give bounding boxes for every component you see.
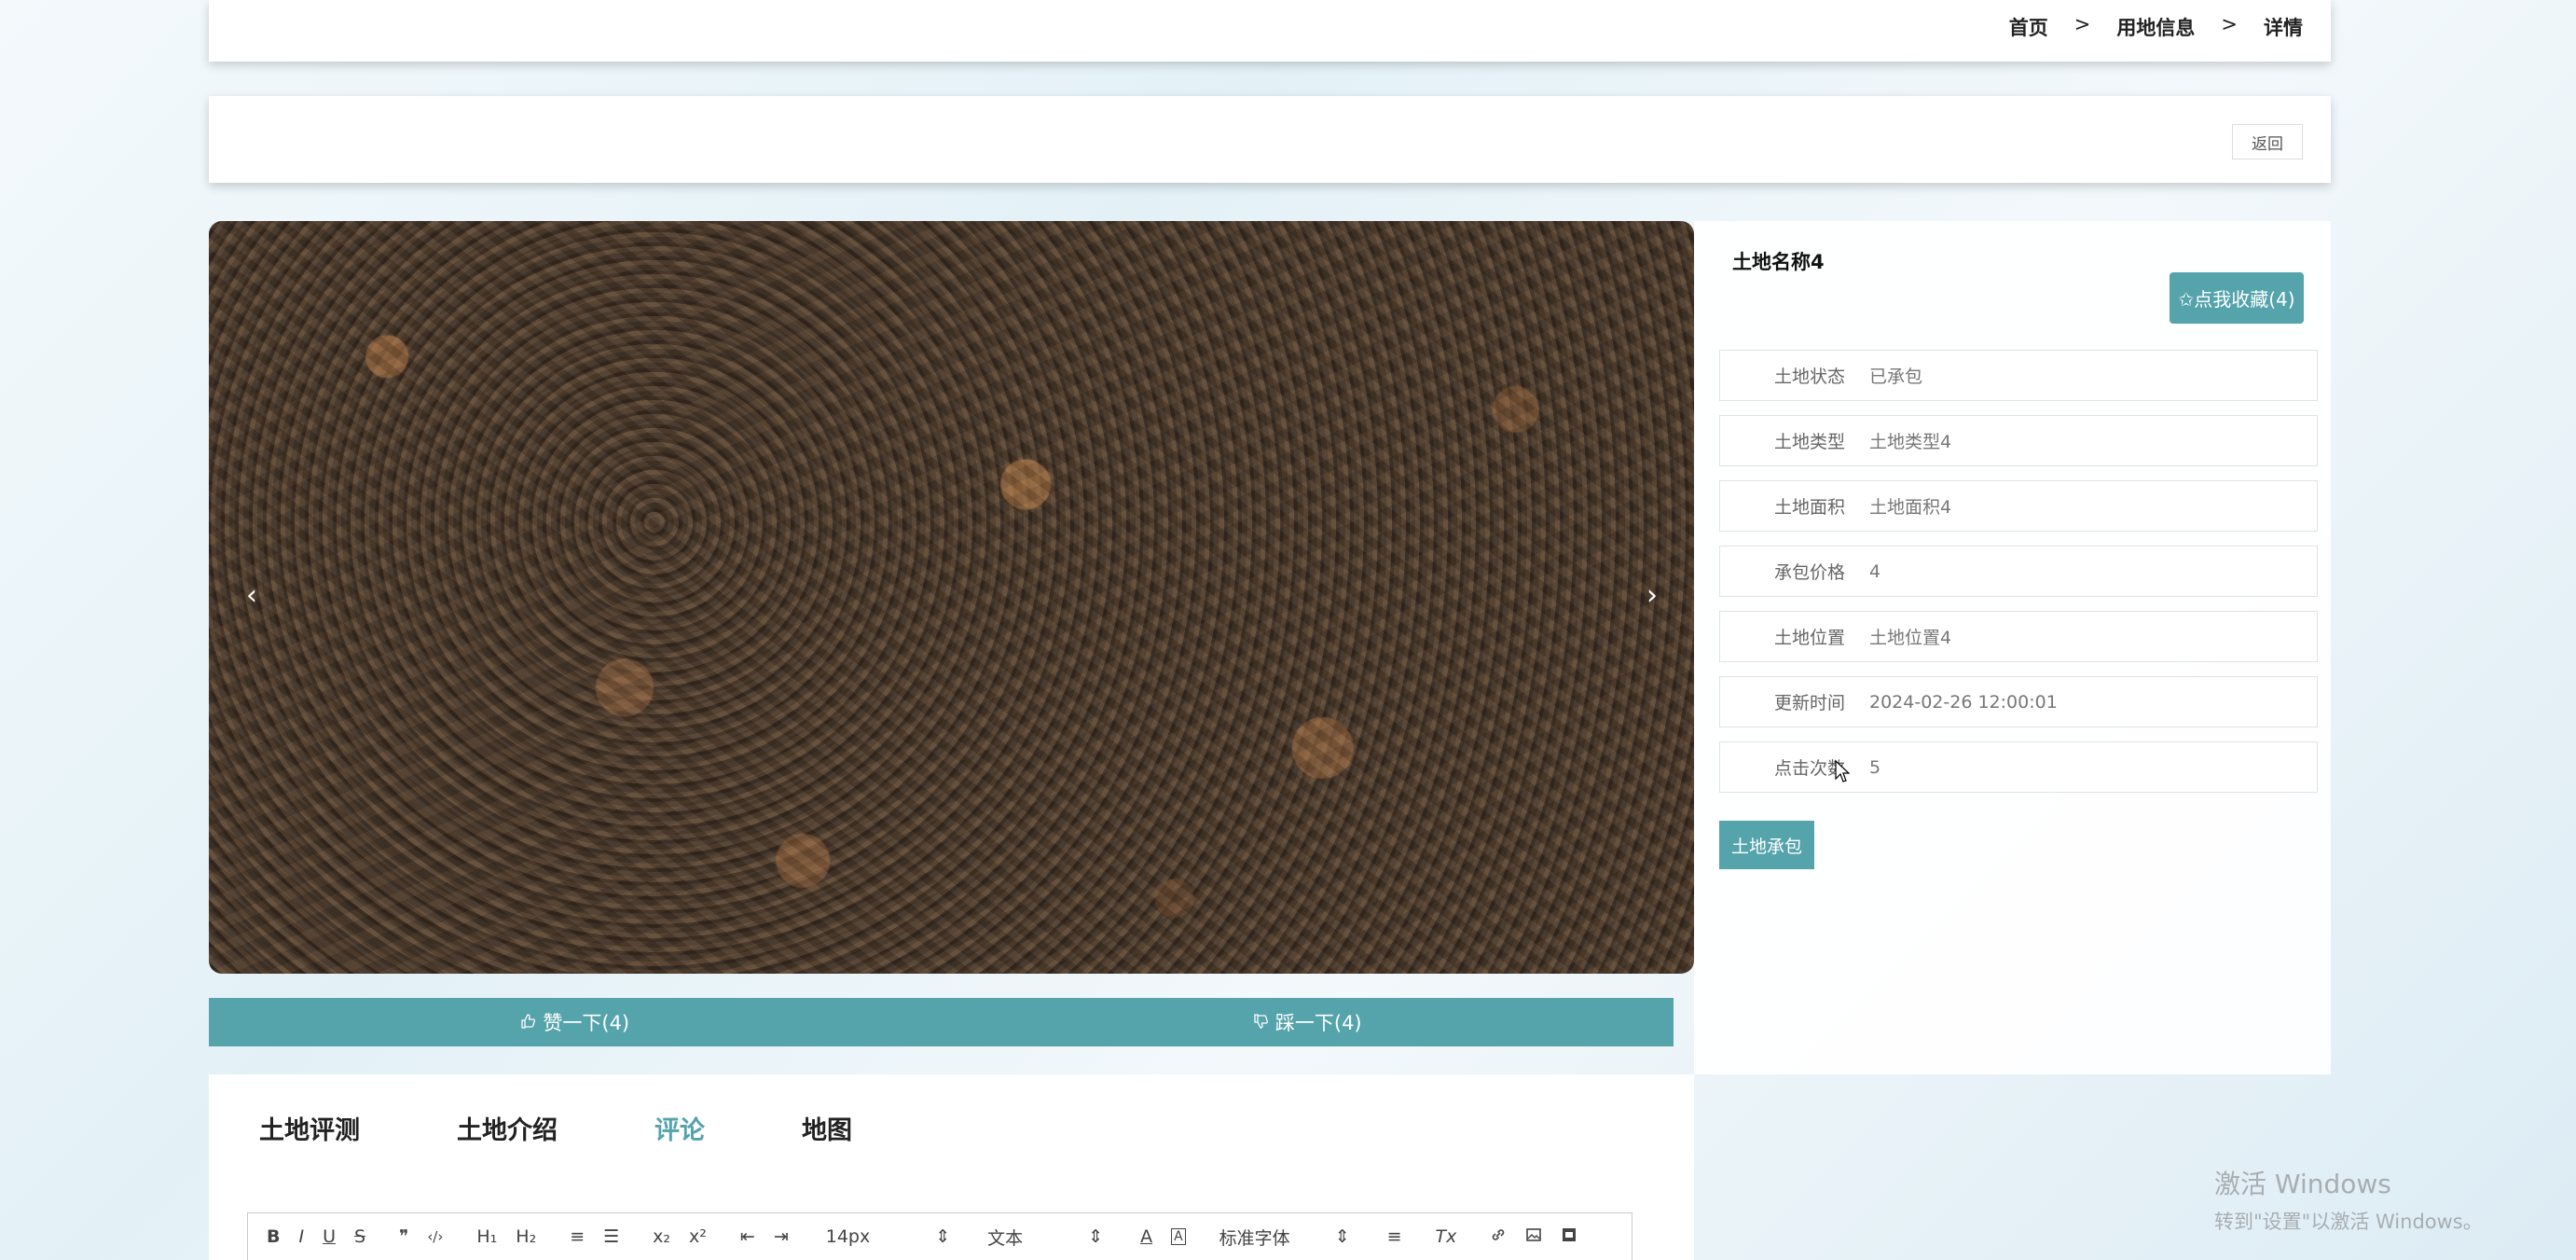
detail-tabs: 土地评测 土地介绍 评论 地图 [259, 1110, 949, 1146]
info-label: 土地状态 [1773, 367, 1845, 387]
tab-evaluation[interactable]: 土地评测 [259, 1110, 360, 1146]
breadcrumb-separator: > [2221, 13, 2238, 35]
top-bar: 首页 > 用地信息 > 详情 [209, 0, 2331, 62]
underline-button[interactable]: U [323, 1226, 336, 1247]
superscript-button[interactable]: x² [689, 1226, 707, 1247]
dislike-label: 踩一下(4) [1274, 1012, 1362, 1034]
font-size-value: 14px [825, 1226, 871, 1247]
ordered-list-icon[interactable]: ≡ [570, 1226, 585, 1247]
background-color-icon[interactable]: A [1171, 1228, 1186, 1245]
info-label: 土地类型 [1773, 432, 1845, 452]
like-button[interactable]: 赞一下(4) [209, 998, 942, 1046]
select-arrows-icon: ⇕ [1088, 1226, 1104, 1247]
info-value: 土地面积4 [1869, 497, 1952, 518]
select-arrows-icon: ⇕ [935, 1226, 951, 1247]
header-value: 文本 [987, 1227, 1024, 1249]
info-row-price: 承包价格 4 [1719, 546, 2318, 597]
info-label: 更新时间 [1773, 693, 1845, 713]
tab-introduction[interactable]: 土地介绍 [457, 1110, 558, 1146]
tab-comments[interactable]: 评论 [654, 1110, 705, 1146]
info-row-location: 土地位置 土地位置4 [1719, 611, 2318, 662]
header-select[interactable]: 文本 ⇕ [987, 1225, 1103, 1250]
info-value: 5 [1869, 756, 1881, 778]
outdent-icon[interactable]: ⇤ [740, 1226, 755, 1247]
text-color-icon[interactable]: A [1140, 1226, 1152, 1247]
info-value: 土地类型4 [1869, 432, 1952, 452]
info-label: 土地位置 [1773, 628, 1845, 648]
font-family-select[interactable]: 标准字体 ⇕ [1219, 1225, 1350, 1250]
heading2-button[interactable]: H₂ [516, 1226, 536, 1247]
info-value: 土地位置4 [1869, 628, 1952, 648]
info-row-type: 土地类型 土地类型4 [1719, 415, 2318, 466]
dislike-button[interactable]: 踩一下(4) [942, 998, 1674, 1046]
info-row-clicks: 点击次数 5 [1719, 741, 2318, 793]
quote-icon[interactable]: ❞ [399, 1226, 408, 1247]
watermark-title: 激活 Windows [2214, 1169, 2391, 1199]
chevron-right-icon[interactable]: › [1633, 576, 1671, 614]
breadcrumb-current: 详情 [2264, 17, 2303, 39]
strike-button[interactable]: S [354, 1226, 365, 1247]
info-value: 2024-02-26 12:00:01 [1869, 691, 2058, 713]
vote-bar: 赞一下(4) 踩一下(4) [209, 998, 1674, 1046]
land-info-panel: 土地名称4 ✩点我收藏(4) 土地状态 已承包 土地类型 土地类型4 土地面积 … [1694, 221, 2331, 1074]
watermark-subtitle: 转到"设置"以激活 Windows。 [2214, 1211, 2483, 1233]
editor-toolbar: B I U S ❞ ‹/› H₁ H₂ ≡ ☰ x₂ x² ⇤ ⇥ 14px ⇕… [247, 1212, 1632, 1260]
info-value: 已承包 [1869, 367, 1923, 387]
align-icon[interactable]: ≡ [1387, 1226, 1402, 1247]
breadcrumb-section[interactable]: 用地信息 [2116, 13, 2195, 41]
back-button[interactable]: 返回 [2232, 124, 2303, 159]
info-label: 承包价格 [1773, 562, 1845, 583]
video-icon[interactable] [1561, 1226, 1577, 1248]
action-bar: 返回 [209, 96, 2331, 183]
windows-activation-watermark: 激活 Windows 转到"设置"以激活 Windows。 [2214, 1164, 2483, 1235]
detail-content: 土地评测 土地介绍 评论 地图 B I U S ❞ ‹/› H₁ H₂ ≡ ☰ … [209, 1074, 1694, 1260]
info-row-status: 土地状态 已承包 [1719, 350, 2318, 401]
breadcrumb-separator: > [2073, 13, 2091, 35]
breadcrumb: 首页 > 用地信息 > 详情 [2009, 13, 2303, 41]
contract-land-button[interactable]: 土地承包 [1719, 821, 1814, 869]
info-label: 点击次数 [1773, 758, 1845, 779]
info-row-area: 土地面积 土地面积4 [1719, 480, 2318, 532]
heading1-button[interactable]: H₁ [476, 1226, 497, 1247]
subscript-button[interactable]: x₂ [653, 1226, 670, 1247]
indent-icon[interactable]: ⇥ [774, 1226, 789, 1247]
italic-button[interactable]: I [298, 1226, 304, 1247]
select-arrows-icon: ⇕ [1334, 1226, 1350, 1247]
font-family-value: 标准字体 [1219, 1227, 1290, 1249]
font-size-select[interactable]: 14px ⇕ [826, 1226, 950, 1247]
thumbs-up-icon [520, 1011, 536, 1033]
land-name-title: 土地名称4 [1732, 251, 1825, 273]
favorite-button[interactable]: ✩点我收藏(4) [2170, 272, 2304, 324]
info-value: 4 [1869, 561, 1881, 582]
info-label: 土地面积 [1773, 497, 1845, 518]
info-row-updated: 更新时间 2024-02-26 12:00:01 [1719, 676, 2318, 727]
chevron-left-icon[interactable]: ‹ [233, 576, 270, 614]
clear-format-icon[interactable]: Tx [1436, 1226, 1457, 1247]
thumbs-down-icon [1253, 1011, 1268, 1033]
code-icon[interactable]: ‹/› [427, 1228, 443, 1245]
breadcrumb-home[interactable]: 首页 [2009, 13, 2048, 41]
link-icon[interactable] [1490, 1226, 1507, 1248]
tab-map[interactable]: 地图 [802, 1110, 852, 1146]
bullet-list-icon[interactable]: ☰ [603, 1226, 619, 1247]
land-image-carousel[interactable] [209, 221, 1694, 974]
like-label: 赞一下(4) [543, 1012, 630, 1034]
image-icon[interactable] [1525, 1226, 1542, 1248]
bold-button[interactable]: B [267, 1226, 280, 1247]
mouse-cursor-icon [1835, 759, 1851, 784]
